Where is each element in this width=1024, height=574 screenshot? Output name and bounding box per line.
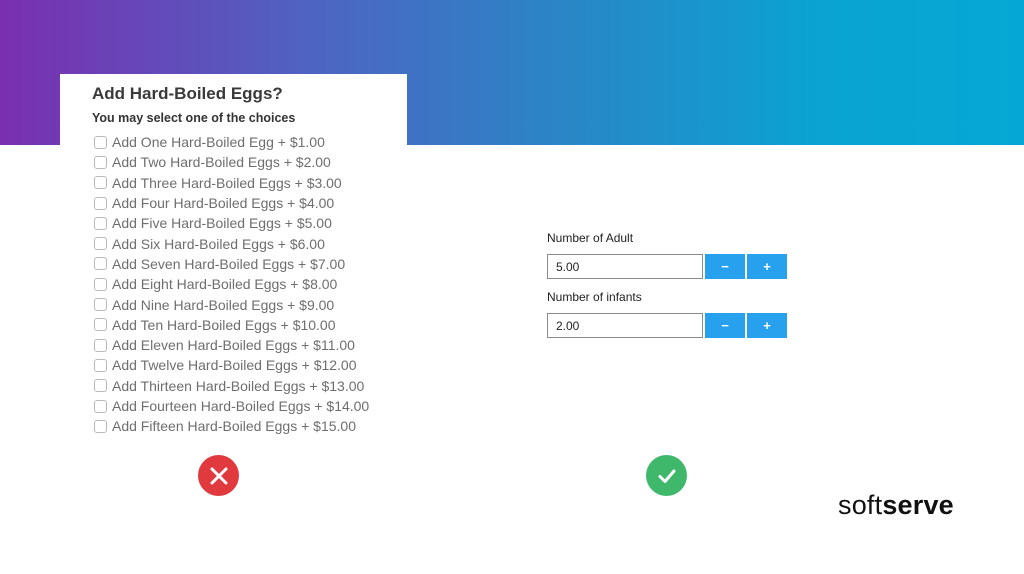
checkbox[interactable] (94, 257, 107, 271)
egg-option-item[interactable]: Add Seven Hard-Boiled Eggs + $7.00 (94, 254, 369, 274)
checkbox[interactable] (94, 196, 107, 210)
egg-option-label: Add Eight Hard-Boiled Eggs + $8.00 (112, 276, 338, 293)
checkbox[interactable] (94, 358, 107, 372)
egg-option-item[interactable]: Add Eight Hard-Boiled Eggs + $8.00 (94, 274, 369, 294)
egg-option-label: Add Fourteen Hard-Boiled Eggs + $14.00 (112, 398, 370, 414)
checkbox[interactable] (94, 135, 107, 149)
infants-count-input[interactable] (547, 313, 703, 338)
egg-option-label: Add Fifteen Hard-Boiled Eggs + $15.00 (112, 418, 356, 435)
checkbox[interactable] (94, 318, 107, 332)
egg-option-item[interactable]: Add Thirteen Hard-Boiled Eggs + $13.00 (94, 376, 369, 396)
egg-option-label: Add Seven Hard-Boiled Eggs + $7.00 (112, 255, 346, 272)
infants-count-label: Number of infants (547, 290, 642, 304)
egg-option-item[interactable]: Add Six Hard-Boiled Eggs + $6.00 (94, 233, 369, 253)
egg-option-label: Add One Hard-Boiled Egg + $1.00 (112, 134, 325, 151)
adult-increment-button[interactable]: + (747, 254, 787, 279)
checkbox[interactable] (94, 237, 107, 251)
eggs-checkbox-list: Add One Hard-Boiled Egg + $1.00 Add Two H… (94, 132, 369, 436)
egg-option-label: Add Eleven Hard-Boiled Eggs + $11.00 (112, 337, 355, 354)
checkbox[interactable] (94, 399, 107, 413)
egg-option-label: Add Nine Hard-Boiled Eggs + $9.00 (112, 296, 335, 313)
checkbox[interactable] (94, 298, 107, 312)
infants-increment-button[interactable]: + (747, 313, 787, 338)
egg-option-label: Add Two Hard-Boiled Eggs + $2.00 (112, 154, 331, 171)
checkbox[interactable] (94, 338, 107, 352)
adult-count-label: Number of Adult (547, 231, 634, 245)
adult-decrement-button[interactable]: − (705, 254, 745, 279)
egg-option-item[interactable]: Add Three Hard-Boiled Eggs + $3.00 (94, 173, 369, 193)
checkbox[interactable] (94, 419, 107, 433)
egg-option-item[interactable]: Add Five Hard-Boiled Eggs + $5.00 (94, 213, 369, 233)
egg-option-item[interactable]: Add Fifteen Hard-Boiled Eggs + $15.00 (94, 416, 369, 436)
adult-count-input[interactable] (547, 254, 703, 279)
eggs-panel-title: Add Hard-Boiled Eggs? (92, 84, 283, 103)
checkbox[interactable] (94, 379, 107, 393)
infants-decrement-button[interactable]: − (705, 313, 745, 338)
checkbox[interactable] (94, 176, 107, 190)
logo-text-serve: serve (882, 490, 954, 520)
softserve-logo: softserve (838, 490, 954, 521)
egg-option-label: Add Twelve Hard-Boiled Eggs + $12.00 (112, 357, 357, 374)
egg-option-label: Add Five Hard-Boiled Eggs + $5.00 (112, 215, 332, 232)
eggs-option-panel: Add Hard-Boiled Eggs? You may select one… (60, 74, 407, 444)
egg-option-label: Add Four Hard-Boiled Eggs + $4.00 (112, 195, 335, 212)
egg-option-item[interactable]: Add One Hard-Boiled Egg + $1.00 (94, 132, 369, 152)
x-mark-icon (198, 455, 239, 496)
egg-option-label: Add Thirteen Hard-Boiled Eggs + $13.00 (112, 377, 365, 394)
egg-option-item[interactable]: Add Nine Hard-Boiled Eggs + $9.00 (94, 294, 369, 314)
egg-option-label: Add Six Hard-Boiled Eggs + $6.00 (112, 235, 325, 252)
egg-option-item[interactable]: Add Twelve Hard-Boiled Eggs + $12.00 (94, 355, 369, 375)
egg-option-item[interactable]: Add Four Hard-Boiled Eggs + $4.00 (94, 193, 369, 213)
egg-option-label: Add Ten Hard-Boiled Eggs + $10.00 (112, 316, 336, 333)
logo-text-soft: soft (838, 490, 883, 520)
egg-option-item[interactable]: Add Fourteen Hard-Boiled Eggs + $14.00 (94, 396, 369, 416)
eggs-panel-subtitle: You may select one of the choices (92, 111, 296, 125)
checkbox[interactable] (94, 277, 107, 291)
checkbox[interactable] (94, 216, 107, 230)
egg-option-item[interactable]: Add Two Hard-Boiled Eggs + $2.00 (94, 152, 369, 172)
egg-option-label: Add Three Hard-Boiled Eggs + $3.00 (112, 174, 342, 191)
checkbox[interactable] (94, 155, 107, 169)
egg-option-item[interactable]: Add Eleven Hard-Boiled Eggs + $11.00 (94, 335, 369, 355)
checkmark-icon (646, 455, 687, 496)
egg-option-item[interactable]: Add Ten Hard-Boiled Eggs + $10.00 (94, 315, 369, 335)
